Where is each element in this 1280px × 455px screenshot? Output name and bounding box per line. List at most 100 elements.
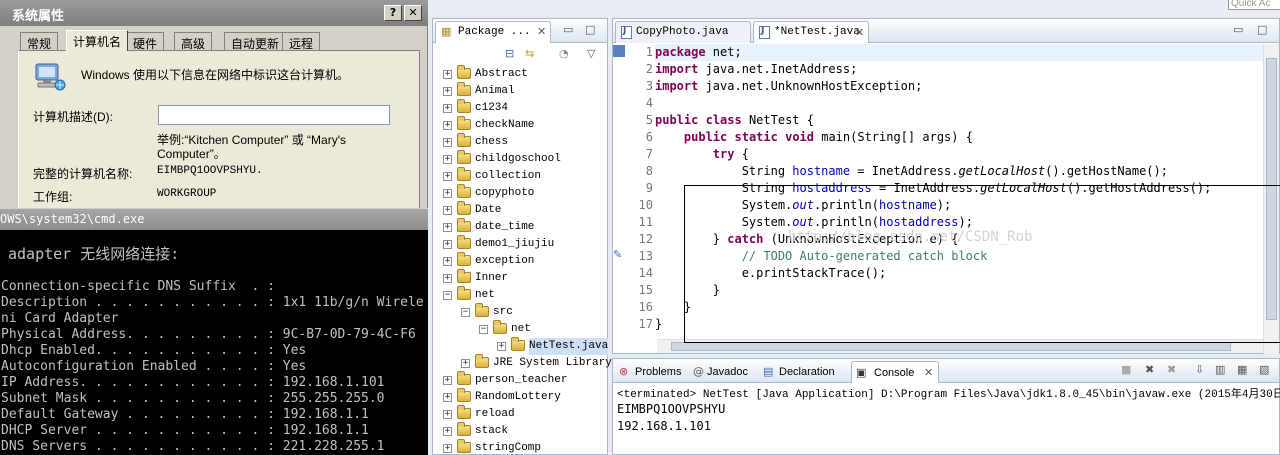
system-properties-dialog: 系统属性 ? ✕ 常规 计算机名 硬件 高级 自动更新 远程 Windows 使… [0,0,428,210]
current-line-highlight [655,44,1267,61]
cmd-titlebar[interactable]: OWS\system32\cmd.exe [0,208,428,230]
close-icon[interactable]: ✕ [537,25,546,38]
tree-expander-icon[interactable]: − [479,325,488,334]
tab-advanced[interactable]: 高级 [174,32,213,51]
minimize-icon[interactable]: ▭ [1233,23,1243,36]
project-folder-icon [457,150,471,164]
tree-item-label: reload [475,408,515,420]
tab-hardware[interactable]: 硬件 [126,32,165,51]
tree-expander-icon[interactable]: − [443,291,452,300]
minimize-icon[interactable]: ▭ [563,23,573,36]
tree-expander-icon[interactable]: − [461,308,470,317]
project-folder-icon [457,201,471,215]
tree-expander-icon[interactable]: + [443,87,452,96]
pin-console-icon[interactable]: ▥ [1215,363,1225,376]
scrollbar-thumb[interactable] [671,342,1231,351]
tree-expander-icon[interactable]: + [443,410,452,419]
remove-all-icon[interactable]: ✖ [1167,363,1176,376]
tree-item-label: RandomLottery [475,391,561,403]
code-line: try { [712,147,749,161]
help-button[interactable]: ? [384,5,402,21]
line-number: 14 [638,266,653,280]
cmd-line: Dhcp Enabled. . . . . . . . . . . : Yes [1,343,307,358]
maximize-icon[interactable]: □ [585,23,595,36]
tree-expander-icon[interactable]: + [443,121,452,130]
tab-general[interactable]: 常规 [20,32,59,51]
remove-launch-icon[interactable]: ✖ [1145,363,1154,376]
dialog-titlebar[interactable]: 系统属性 ? ✕ [0,0,428,26]
tree-item-label: demo1_jiujiu [475,238,555,250]
project-folder-icon [457,286,471,300]
info-text: Windows 使用以下信息在网络中标识这台计算机。 [81,68,350,82]
tab-javadoc[interactable]: @ Javadoc [691,361,757,383]
close-icon[interactable]: ✕ [924,366,933,379]
tab-nettest-java[interactable]: *NetTest.java ✕ [753,21,869,43]
focus-icon[interactable]: ◔ [559,47,569,60]
tree-expander-icon[interactable]: + [443,172,452,181]
console-icon: ▣ [856,366,867,379]
tab-declaration[interactable]: ▤ Declaration [761,361,847,383]
close-icon[interactable]: ✕ [855,26,864,39]
line-number: 12 [638,232,653,246]
dialog-title: 系统属性 [12,8,65,23]
tree-expander-icon[interactable]: + [443,376,452,385]
tab-label: CopyPhoto.java [636,26,729,38]
cmd-line: Default Gateway . . . . . . . . . : 192.… [1,407,369,422]
scroll-lock-icon[interactable]: ⇩ [1195,363,1204,376]
tab-problems[interactable]: ⊗ Problems [617,361,687,383]
line-number: 13 [638,249,653,263]
tree-expander-icon[interactable]: + [443,257,452,266]
tree-expander-icon[interactable]: + [443,240,452,249]
task-marker-icon: ✎ [613,249,623,261]
view-menu-icon[interactable]: ▽ [587,47,595,60]
tree-expander-icon[interactable]: + [443,223,452,232]
tab-label: Javadoc [707,366,748,378]
tree-expander-icon[interactable]: + [443,138,452,147]
display-console-icon[interactable]: ▦ [1237,363,1247,376]
tab-copyphoto-java[interactable]: CopyPhoto.java [615,21,751,43]
tree-expander-icon[interactable]: + [443,393,452,402]
cmd-console[interactable]: adapter 无线网络连接: Connection-specific DNS … [0,230,428,455]
link-with-editor-icon[interactable]: ⇆ [525,47,534,60]
description-input[interactable] [158,105,390,125]
project-folder-icon [457,388,471,402]
tab-console[interactable]: ▣ Console ✕ [851,361,939,383]
tree-expander-icon[interactable]: + [461,359,470,368]
code-line: import java.net.InetAddress; [655,62,858,76]
terminate-icon[interactable]: ■ [1121,363,1131,376]
line-number: 15 [638,283,653,297]
open-console-icon[interactable]: ▧ [1259,363,1269,376]
package-icon: ▦ [441,25,452,38]
maximize-icon[interactable]: □ [1257,23,1267,36]
package-explorer-tabbar: ▦ Package ... ✕ ▭ □ [433,19,607,43]
project-folder-icon [457,252,471,266]
tab-package-explorer[interactable]: ▦ Package ... ✕ [435,21,551,43]
tree-expander-icon[interactable]: + [443,104,452,113]
tree-item-label: net [475,289,495,301]
line-number: 6 [645,130,653,144]
tree-expander-icon[interactable]: + [443,274,452,283]
tree-expander-icon[interactable]: + [497,342,506,351]
tree-expander-icon[interactable]: + [443,206,452,215]
close-button[interactable]: ✕ [404,5,422,21]
project-folder-icon [457,235,471,249]
collapse-all-icon[interactable]: ⊟ [505,47,514,60]
workgroup-value: WORKGROUP [157,188,217,200]
tab-auto-update[interactable]: 自动更新 [224,32,287,51]
tree-expander-icon[interactable]: + [443,444,452,453]
tree-item-label: childgoschool [475,153,561,165]
tree-expander-icon[interactable]: + [443,427,452,436]
declaration-icon: ▤ [763,365,774,378]
tab-computer-name[interactable]: 计算机名 [66,30,129,51]
tree-item-label: copyphoto [475,187,535,199]
tab-remote[interactable]: 远程 [282,32,321,51]
tree-expander-icon[interactable]: + [443,155,452,164]
project-folder-icon [457,218,471,232]
quick-access-input[interactable]: Quick Ac [1228,0,1280,10]
tab-label: *NetTest.java [774,26,860,38]
tree-item-label: net [511,323,531,335]
tree-item-label: c1234 [475,102,509,114]
project-folder-icon [457,184,471,198]
tree-expander-icon[interactable]: + [443,70,452,79]
tree-expander-icon[interactable]: + [443,189,452,198]
